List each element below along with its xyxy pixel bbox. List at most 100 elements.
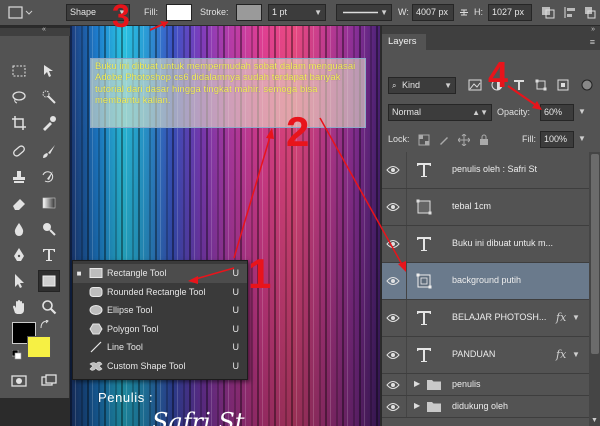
- hand-tool[interactable]: [8, 296, 30, 318]
- stroke-type-select[interactable]: ▼: [336, 4, 392, 21]
- chevron-down-icon[interactable]: ▼: [578, 134, 586, 143]
- crop-tool[interactable]: [8, 112, 30, 134]
- link-dimensions-icon[interactable]: [458, 4, 470, 21]
- path-operations-icon[interactable]: [540, 4, 558, 21]
- move-tool[interactable]: [38, 60, 60, 82]
- layer-row[interactable]: BELAJAR PHOTOSH... fx ▼: [382, 300, 600, 337]
- filter-shape-icon[interactable]: [534, 78, 548, 92]
- path-arrangement-icon[interactable]: [582, 4, 598, 21]
- collapse-icon[interactable]: «: [42, 26, 46, 33]
- eye-icon[interactable]: [386, 201, 400, 213]
- eye-icon[interactable]: [386, 379, 400, 391]
- fill-swatch[interactable]: [166, 4, 192, 21]
- stroke-width-field[interactable]: 1 pt ▼: [268, 4, 326, 21]
- gradient-tool[interactable]: [38, 192, 60, 214]
- scrollbar-thumb[interactable]: [591, 154, 599, 354]
- marquee-tool[interactable]: [8, 60, 30, 82]
- eyedropper-tool[interactable]: [38, 112, 60, 134]
- panel-menu-icon[interactable]: ≡: [590, 37, 595, 47]
- history-brush-tool[interactable]: [38, 166, 60, 188]
- group-row[interactable]: ▶ penulis: [382, 374, 600, 396]
- background-putih-shape[interactable]: Buku ini dibuat untuk mempermudah sobat …: [90, 58, 366, 128]
- layer-row-selected[interactable]: background putih: [382, 263, 600, 300]
- flyout-item-ellipse-tool[interactable]: Ellipse Tool U: [73, 301, 247, 320]
- rectangle-tool[interactable]: [38, 270, 60, 292]
- type-tool[interactable]: [38, 244, 60, 266]
- eye-icon[interactable]: [386, 312, 400, 324]
- chevron-down-icon[interactable]: ▼: [572, 313, 580, 322]
- healing-brush-tool[interactable]: [8, 140, 30, 162]
- quick-mask-tool[interactable]: [8, 370, 30, 392]
- dodge-tool[interactable]: [38, 218, 60, 240]
- width-field[interactable]: 4007 px: [412, 4, 454, 21]
- fx-icon[interactable]: fx: [556, 311, 566, 324]
- flyout-item-rounded-rectangle-tool[interactable]: Rounded Rectangle Tool U: [73, 283, 247, 302]
- expand-arrow-icon[interactable]: ▶: [414, 379, 420, 388]
- lock-transparent-icon[interactable]: [418, 134, 430, 146]
- flyout-item-label: Polygon Tool: [107, 323, 159, 334]
- tab-layers[interactable]: Layers: [382, 34, 426, 50]
- layer-row[interactable]: PANDUAN fx ▼: [382, 337, 600, 374]
- height-field[interactable]: 1027 px: [488, 4, 532, 21]
- path-selection-tool[interactable]: [8, 270, 30, 292]
- filter-smart-object-icon[interactable]: [556, 78, 570, 92]
- collapse-icon[interactable]: »: [591, 26, 595, 33]
- flyout-item-label: Rectangle Tool: [107, 268, 167, 279]
- blur-tool[interactable]: [8, 218, 30, 240]
- text-layer-icon: [413, 159, 435, 181]
- lock-position-icon[interactable]: [457, 133, 471, 147]
- lock-all-icon[interactable]: [478, 134, 490, 146]
- flyout-item-custom-shape-tool[interactable]: Custom Shape Tool U: [73, 357, 247, 376]
- opacity-field[interactable]: 60%: [540, 104, 574, 121]
- mode-select[interactable]: Shape ▼: [66, 4, 130, 21]
- layer-row[interactable]: Buku ini dibuat untuk m...: [382, 226, 600, 263]
- brush-tool[interactable]: [38, 140, 60, 162]
- selected-bullet-icon: ■: [76, 268, 82, 278]
- background-color-swatch[interactable]: [27, 336, 51, 358]
- stroke-swatch[interactable]: [236, 4, 262, 21]
- filter-kind-select[interactable]: ⌕ Kind ▼: [388, 77, 456, 94]
- eye-icon[interactable]: [386, 401, 400, 413]
- rectangle-icon: [85, 267, 107, 279]
- eraser-tool[interactable]: [8, 192, 30, 214]
- screen-mode-tool[interactable]: [38, 370, 60, 392]
- chevron-down-icon[interactable]: ▼: [572, 350, 580, 359]
- text-layer-icon: [413, 233, 435, 255]
- filter-adjustment-icon[interactable]: [490, 78, 504, 92]
- path-alignment-icon[interactable]: [562, 4, 578, 21]
- filter-type-icon[interactable]: [512, 78, 526, 92]
- mode-value: Shape: [70, 7, 97, 17]
- layers-scrollbar[interactable]: ▼: [589, 152, 600, 426]
- chevron-down-icon[interactable]: ▼: [578, 107, 586, 116]
- group-row[interactable]: ▶ didukung oleh: [382, 396, 600, 418]
- eye-icon[interactable]: [386, 238, 400, 250]
- clone-stamp-tool[interactable]: [8, 166, 30, 188]
- flyout-item-polygon-tool[interactable]: Polygon Tool U: [73, 320, 247, 339]
- blend-mode-select[interactable]: Normal ▲▼: [388, 104, 492, 121]
- filter-toggle-icon[interactable]: [580, 78, 594, 92]
- default-colors-icon[interactable]: [11, 349, 22, 360]
- chevron-down-icon: ▼: [380, 8, 388, 17]
- scroll-down-icon[interactable]: ▼: [591, 417, 598, 424]
- flyout-item-label: Ellipse Tool: [107, 305, 153, 316]
- pen-tool[interactable]: [8, 244, 30, 266]
- quick-selection-icon: [42, 90, 56, 104]
- fx-icon[interactable]: fx: [556, 348, 566, 361]
- eye-icon[interactable]: [386, 275, 400, 287]
- lock-pixels-icon[interactable]: [438, 134, 450, 146]
- lasso-tool[interactable]: [8, 86, 30, 108]
- zoom-tool[interactable]: [38, 296, 60, 318]
- eye-icon[interactable]: [386, 349, 400, 361]
- flyout-item-line-tool[interactable]: Line Tool U: [73, 338, 247, 357]
- flyout-item-shortcut: U: [232, 305, 240, 316]
- layer-row[interactable]: tebal 1cm: [382, 189, 600, 226]
- quick-selection-tool[interactable]: [38, 86, 60, 108]
- flyout-item-rectangle-tool[interactable]: ■ Rectangle Tool U: [73, 264, 247, 283]
- swap-colors-icon[interactable]: [40, 319, 50, 330]
- eye-icon[interactable]: [386, 164, 400, 176]
- filter-pixel-icon[interactable]: [468, 78, 482, 92]
- tool-preset-picker[interactable]: [6, 4, 34, 21]
- expand-arrow-icon[interactable]: ▶: [414, 401, 420, 410]
- fill-field[interactable]: 100%: [540, 131, 574, 148]
- layer-row[interactable]: penulis oleh : Safri St: [382, 152, 600, 189]
